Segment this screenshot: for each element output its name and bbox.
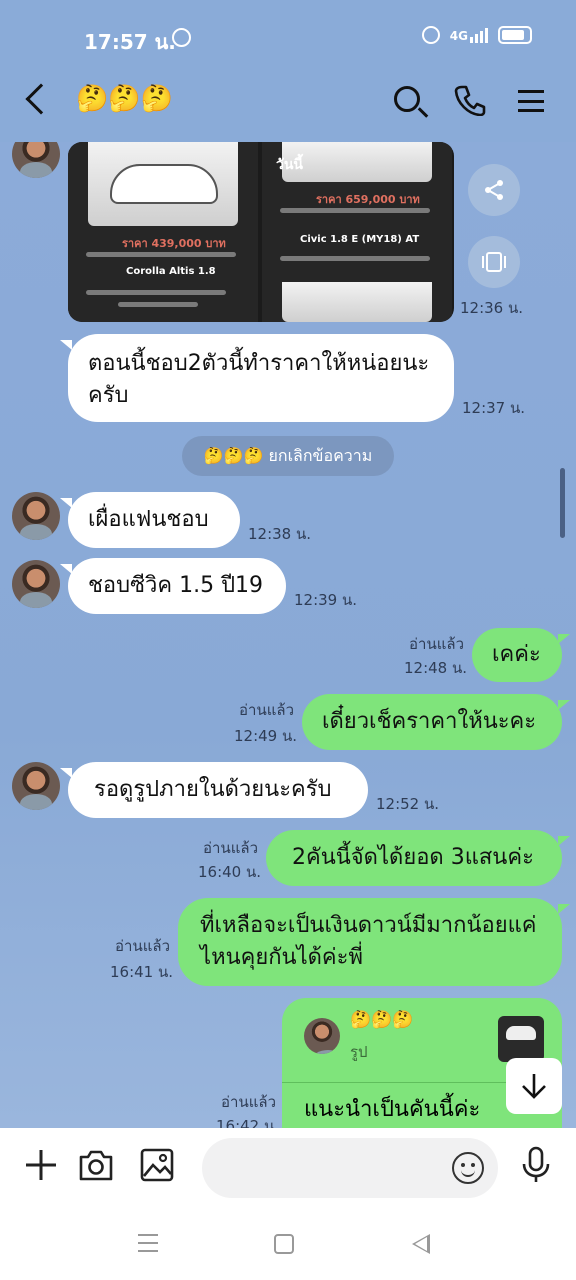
- status-time: 17:57 น.: [84, 30, 176, 54]
- read-receipt: อ่านแล้ว: [239, 701, 294, 719]
- phone-icon[interactable]: [454, 84, 486, 116]
- image-icon[interactable]: [140, 1148, 174, 1182]
- signal-icon: 4G: [449, 27, 488, 43]
- menu-icon[interactable]: [518, 90, 544, 112]
- album-icon: [482, 252, 506, 272]
- album-button[interactable]: [468, 236, 520, 288]
- alarm-icon: [421, 26, 440, 44]
- read-receipt: อ่านแล้ว: [203, 839, 258, 857]
- back-nav-icon[interactable]: [412, 1234, 430, 1254]
- recent-apps-icon[interactable]: [138, 1234, 158, 1252]
- message-time: 12:36 น.: [460, 299, 524, 317]
- message-bubble[interactable]: รอดูรูปภายในด้วยนะครับ: [60, 762, 368, 818]
- avatar[interactable]: [12, 142, 60, 178]
- message-time: 12:38 น.: [248, 525, 312, 543]
- camera-icon[interactable]: [78, 1148, 114, 1182]
- car-price: ราคา 659,000 บาท: [316, 193, 420, 206]
- battery-icon: [498, 26, 532, 44]
- car-price: ราคา 439,000 บาท: [122, 237, 226, 250]
- car-name: Civic 1.8 E (MY18) AT: [300, 234, 420, 245]
- message-time: 12:49 น.: [234, 727, 298, 745]
- status-icons: 4G: [421, 26, 532, 44]
- emoji-icon[interactable]: [452, 1152, 484, 1184]
- share-button[interactable]: [468, 164, 520, 216]
- home-icon[interactable]: [274, 1234, 294, 1254]
- image-overlay-text: วันนี้: [276, 157, 304, 173]
- read-receipt: อ่านแล้ว: [115, 937, 170, 955]
- quoted-name: 🤔🤔🤔: [350, 1010, 414, 1030]
- message-time: 12:52 น.: [376, 795, 440, 813]
- plus-icon[interactable]: [24, 1148, 58, 1182]
- message-time: 16:40 น.: [198, 863, 262, 881]
- message-bubble[interactable]: 2คันนี้จัดได้ยอด 3แสนค่ะ: [266, 830, 570, 886]
- system-nav-bar: [0, 1208, 576, 1280]
- quoted-avatar: [304, 1018, 340, 1054]
- quoted-thumbnail: [498, 1016, 544, 1062]
- network-label: 4G: [449, 28, 468, 43]
- microphone-icon[interactable]: [520, 1146, 552, 1184]
- message-bubble[interactable]: เดี๋ยวเช็คราคาให้นะคะ: [302, 694, 570, 750]
- message-time: 12:48 น.: [404, 659, 468, 677]
- chat-area[interactable]: ราคา 439,000 บาท Corolla Altis 1.8 ราคา …: [0, 142, 576, 1128]
- image-message[interactable]: ราคา 439,000 บาท Corolla Altis 1.8 ราคา …: [68, 142, 454, 322]
- chat-title: 🤔🤔🤔: [76, 84, 174, 114]
- message-time: 16:41 น.: [110, 963, 174, 981]
- message-time: 12:37 น.: [462, 399, 526, 417]
- message-bubble[interactable]: ชอบซีวิค 1.5 ปี19: [60, 558, 286, 614]
- avatar[interactable]: [12, 762, 60, 810]
- message-time: 12:39 น.: [294, 591, 358, 609]
- read-receipt: อ่านแล้ว: [221, 1093, 276, 1111]
- avatar[interactable]: [12, 492, 60, 540]
- message-bubble[interactable]: เคค่ะ: [472, 628, 570, 682]
- message-bubble[interactable]: เผื่อแฟนชอบ: [60, 492, 240, 548]
- car-photo: [282, 282, 432, 322]
- search-icon[interactable]: [394, 86, 420, 112]
- message-bubble[interactable]: ที่เหลือจะเป็นเงินดาวน์มีมากน้อยแค่ไหนคุ…: [178, 898, 570, 986]
- arrow-down-icon: [522, 1074, 546, 1099]
- status-bar: 17:57 น. 4G: [0, 0, 576, 58]
- read-receipt: อ่านแล้ว: [409, 635, 464, 653]
- recall-notice: 🤔🤔🤔 ยกเลิกข้อความ: [182, 436, 394, 476]
- reply-text: แนะนำเป็นคันนี้ค่ะ: [304, 1097, 481, 1122]
- car-name: Corolla Altis 1.8: [126, 266, 216, 277]
- back-icon[interactable]: [25, 83, 57, 115]
- avatar[interactable]: [12, 560, 60, 608]
- car-photo: [88, 142, 238, 226]
- chat-header: 🤔🤔🤔: [0, 58, 576, 142]
- message-toolbar: [0, 1128, 576, 1208]
- scroll-down-button[interactable]: [506, 1058, 562, 1114]
- car-card: ราคา 439,000 บาท Corolla Altis 1.8: [68, 142, 258, 322]
- sync-icon: [172, 28, 191, 47]
- scrollbar[interactable]: [560, 468, 565, 538]
- message-time: 16:42 น.: [216, 1117, 280, 1128]
- car-photo: [282, 142, 432, 182]
- share-icon: [485, 180, 503, 200]
- quoted-type: รูป: [350, 1043, 368, 1061]
- message-bubble[interactable]: ตอนนี้ชอบ2ตัวนี้ทำราคาให้หน่อยนะครับ: [60, 334, 454, 422]
